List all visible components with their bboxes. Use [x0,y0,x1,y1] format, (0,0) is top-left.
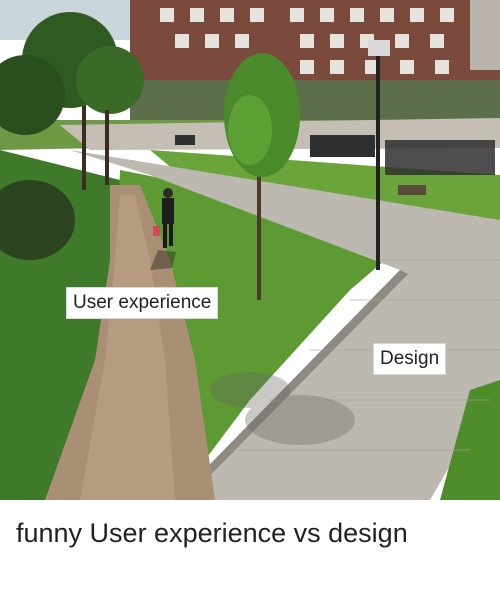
distant-hedge [130,80,500,120]
meme-caption: funny User experience vs design [16,518,408,548]
meme-photo: User experience Design [0,0,500,500]
side-building [470,0,500,70]
bench-right [398,185,426,195]
user-experience-label: User experience [66,287,219,319]
design-label: Design [373,343,447,375]
park-scene-illustration [0,0,500,500]
